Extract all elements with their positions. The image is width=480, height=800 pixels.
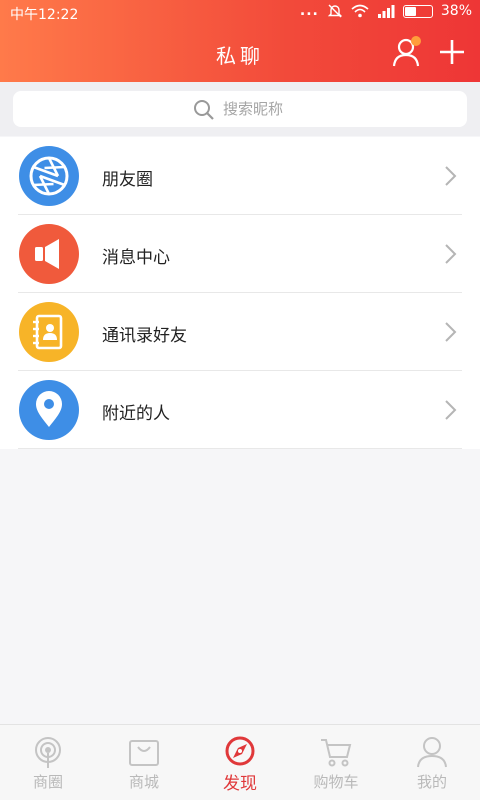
chevron-right-icon (445, 166, 457, 186)
search-input[interactable] (223, 97, 423, 121)
tab-label: 商圈 (32, 773, 63, 791)
tab-label: 发现 (223, 774, 257, 794)
tab-business-circle[interactable]: 商圈 (0, 725, 96, 800)
menu-item-label: 朋友圈 (102, 170, 153, 190)
menu-item-contacts[interactable]: 通讯录好友 (0, 293, 480, 371)
add-button[interactable] (436, 36, 468, 68)
menu-item-message-center[interactable]: 消息中心 (0, 215, 480, 293)
cart-icon (321, 739, 352, 767)
search-bar[interactable] (13, 91, 467, 127)
tab-label: 商城 (128, 773, 159, 791)
tab-label: 购物车 (313, 773, 359, 791)
tab-profile[interactable]: 我的 (384, 725, 480, 800)
chevron-right-icon (445, 400, 457, 420)
compass-icon (225, 736, 255, 766)
status-time: 中午12:22 (10, 7, 79, 23)
tab-cart[interactable]: 购物车 (288, 725, 384, 800)
menu-item-label: 通讯录好友 (102, 326, 187, 346)
location-pin-icon (19, 380, 79, 440)
wifi-icon (351, 4, 369, 18)
divider (18, 448, 462, 449)
tab-label: 我的 (416, 773, 447, 791)
bottom-tab-bar: 商圈 商城 发现 购物车 我的 (0, 724, 480, 800)
aperture-icon (19, 146, 79, 206)
menu-item-moments[interactable]: 朋友圈 (0, 137, 480, 215)
search-area (0, 82, 480, 136)
status-bar: 中午12:22 ... 38% (0, 0, 480, 26)
speaker-icon (19, 224, 79, 284)
discover-menu: 朋友圈 消息中心 通讯录好友 附近的人 (0, 137, 480, 449)
app-header: 中午12:22 ... 38% 私聊 (0, 0, 480, 82)
signal-icon (377, 4, 395, 18)
plus-icon (440, 40, 464, 64)
broadcast-icon (35, 737, 61, 768)
tab-mall[interactable]: 商城 (96, 725, 192, 800)
battery-percent: 38% (440, 3, 472, 19)
notification-dot (411, 36, 421, 46)
tab-discover[interactable]: 发现 (192, 725, 288, 800)
mute-bell-icon (327, 4, 343, 18)
chevron-right-icon (445, 244, 457, 264)
contacts-button[interactable] (392, 36, 424, 68)
battery-icon (402, 4, 433, 18)
more-dots-icon: ... (299, 3, 319, 19)
menu-item-label: 附近的人 (102, 404, 170, 424)
chevron-right-icon (445, 322, 457, 342)
status-icons: ... 38% (300, 3, 472, 19)
search-icon (194, 100, 214, 120)
user-icon (417, 737, 447, 768)
shopping-bag-icon (129, 740, 159, 766)
menu-item-label: 消息中心 (102, 248, 170, 268)
menu-item-nearby[interactable]: 附近的人 (0, 371, 480, 449)
contacts-book-icon (19, 302, 79, 362)
